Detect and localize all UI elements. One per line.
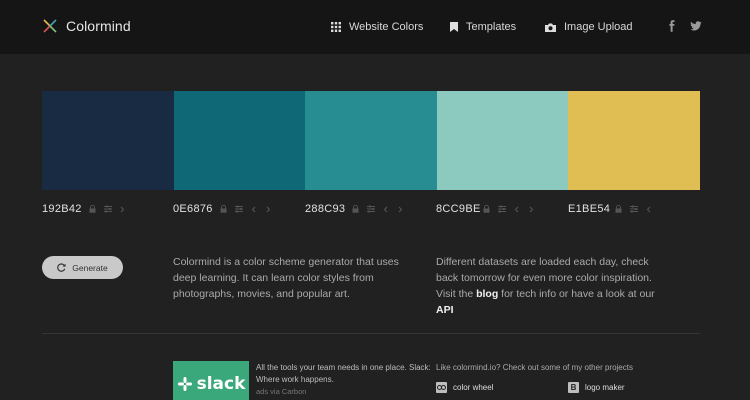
project-logo-maker[interactable]: B logo maker (568, 382, 625, 393)
sliders-icon[interactable] (497, 205, 506, 214)
nav-templates[interactable]: Templates (450, 20, 516, 34)
swatch-controls: E1BE54 (568, 202, 653, 216)
intro-text: Colormind is a color scheme generator th… (173, 256, 399, 300)
hex-value[interactable]: 8CC9BE (436, 203, 480, 215)
facebook-icon[interactable] (666, 20, 678, 32)
bookmark-icon (450, 22, 458, 32)
generate-button[interactable]: Generate (42, 256, 123, 279)
lock-icon[interactable] (482, 205, 491, 214)
swatch-controls: 0E6876 (173, 202, 273, 216)
sliders-icon[interactable] (366, 205, 375, 214)
info-text-part: for tech info or have a look at our (498, 288, 655, 300)
refresh-icon (57, 263, 66, 272)
swatch-controls: 192B42 (42, 202, 127, 216)
chevron-right-icon[interactable] (396, 205, 405, 214)
ad-copy[interactable]: All the tools your team needs in one pla… (256, 362, 436, 386)
grid-icon (331, 22, 341, 32)
section-divider (42, 333, 700, 334)
hex-value[interactable]: 288C93 (305, 203, 345, 215)
chevron-right-icon[interactable] (264, 205, 273, 214)
top-navbar: Colormind Website Colors Templates Image… (0, 0, 750, 54)
project-color-wheel[interactable]: color wheel (436, 382, 493, 393)
chevron-left-icon[interactable] (381, 205, 390, 214)
nav-label: Templates (466, 21, 517, 33)
color-wheel-icon (436, 382, 447, 393)
ad-brand-word: slack (196, 373, 246, 394)
blog-link[interactable]: blog (476, 288, 498, 300)
sliders-icon[interactable] (629, 205, 638, 214)
lock-icon[interactable] (88, 205, 97, 214)
chevron-left-icon[interactable] (249, 205, 258, 214)
nav-label: Image Upload (564, 21, 633, 33)
nav-image-upload[interactable]: Image Upload (545, 20, 633, 34)
ad-text: All the tools your team needs in one pla… (256, 362, 436, 398)
chevron-left-icon[interactable] (512, 205, 521, 214)
lock-icon[interactable] (351, 205, 360, 214)
swatch-controls: 288C93 (305, 202, 405, 216)
project-label: color wheel (453, 383, 494, 392)
sliders-icon[interactable] (234, 205, 243, 214)
ad-banner-image[interactable]: slack (173, 361, 249, 400)
twitter-icon[interactable] (690, 20, 702, 32)
hex-value[interactable]: E1BE54 (568, 203, 610, 215)
hex-value[interactable]: 0E6876 (173, 203, 213, 215)
lock-icon[interactable] (219, 205, 228, 214)
nav-website-colors[interactable]: Website Colors (331, 20, 423, 34)
lock-icon[interactable] (614, 205, 623, 214)
color-swatch[interactable] (436, 91, 569, 190)
chevron-right-icon[interactable] (118, 205, 127, 214)
chevron-right-icon[interactable] (527, 205, 536, 214)
generate-label: Generate (72, 262, 108, 273)
color-swatch[interactable] (42, 91, 174, 190)
colormind-logo-icon[interactable] (42, 18, 58, 34)
other-projects-title: Like colormind.io? Check out some of my … (436, 363, 633, 372)
brand-name[interactable]: Colormind (66, 18, 131, 34)
slack-logo-icon (177, 376, 192, 391)
color-palette (42, 91, 700, 190)
ad-via-link[interactable]: ads via Carbon (256, 386, 436, 398)
sliders-icon[interactable] (103, 205, 112, 214)
color-swatch[interactable] (173, 91, 306, 190)
camera-icon (545, 23, 556, 32)
info-text: Different datasets are loaded each day, … (436, 254, 666, 318)
project-label: logo maker (585, 383, 625, 392)
chevron-left-icon[interactable] (644, 205, 653, 214)
swatch-controls: 8CC9BE (436, 202, 536, 216)
logo-maker-icon: B (568, 382, 579, 393)
nav-label: Website Colors (349, 21, 424, 33)
api-link[interactable]: API (436, 304, 454, 316)
color-swatch[interactable] (568, 91, 700, 190)
hex-value[interactable]: 192B42 (42, 203, 82, 215)
color-swatch[interactable] (305, 91, 437, 190)
